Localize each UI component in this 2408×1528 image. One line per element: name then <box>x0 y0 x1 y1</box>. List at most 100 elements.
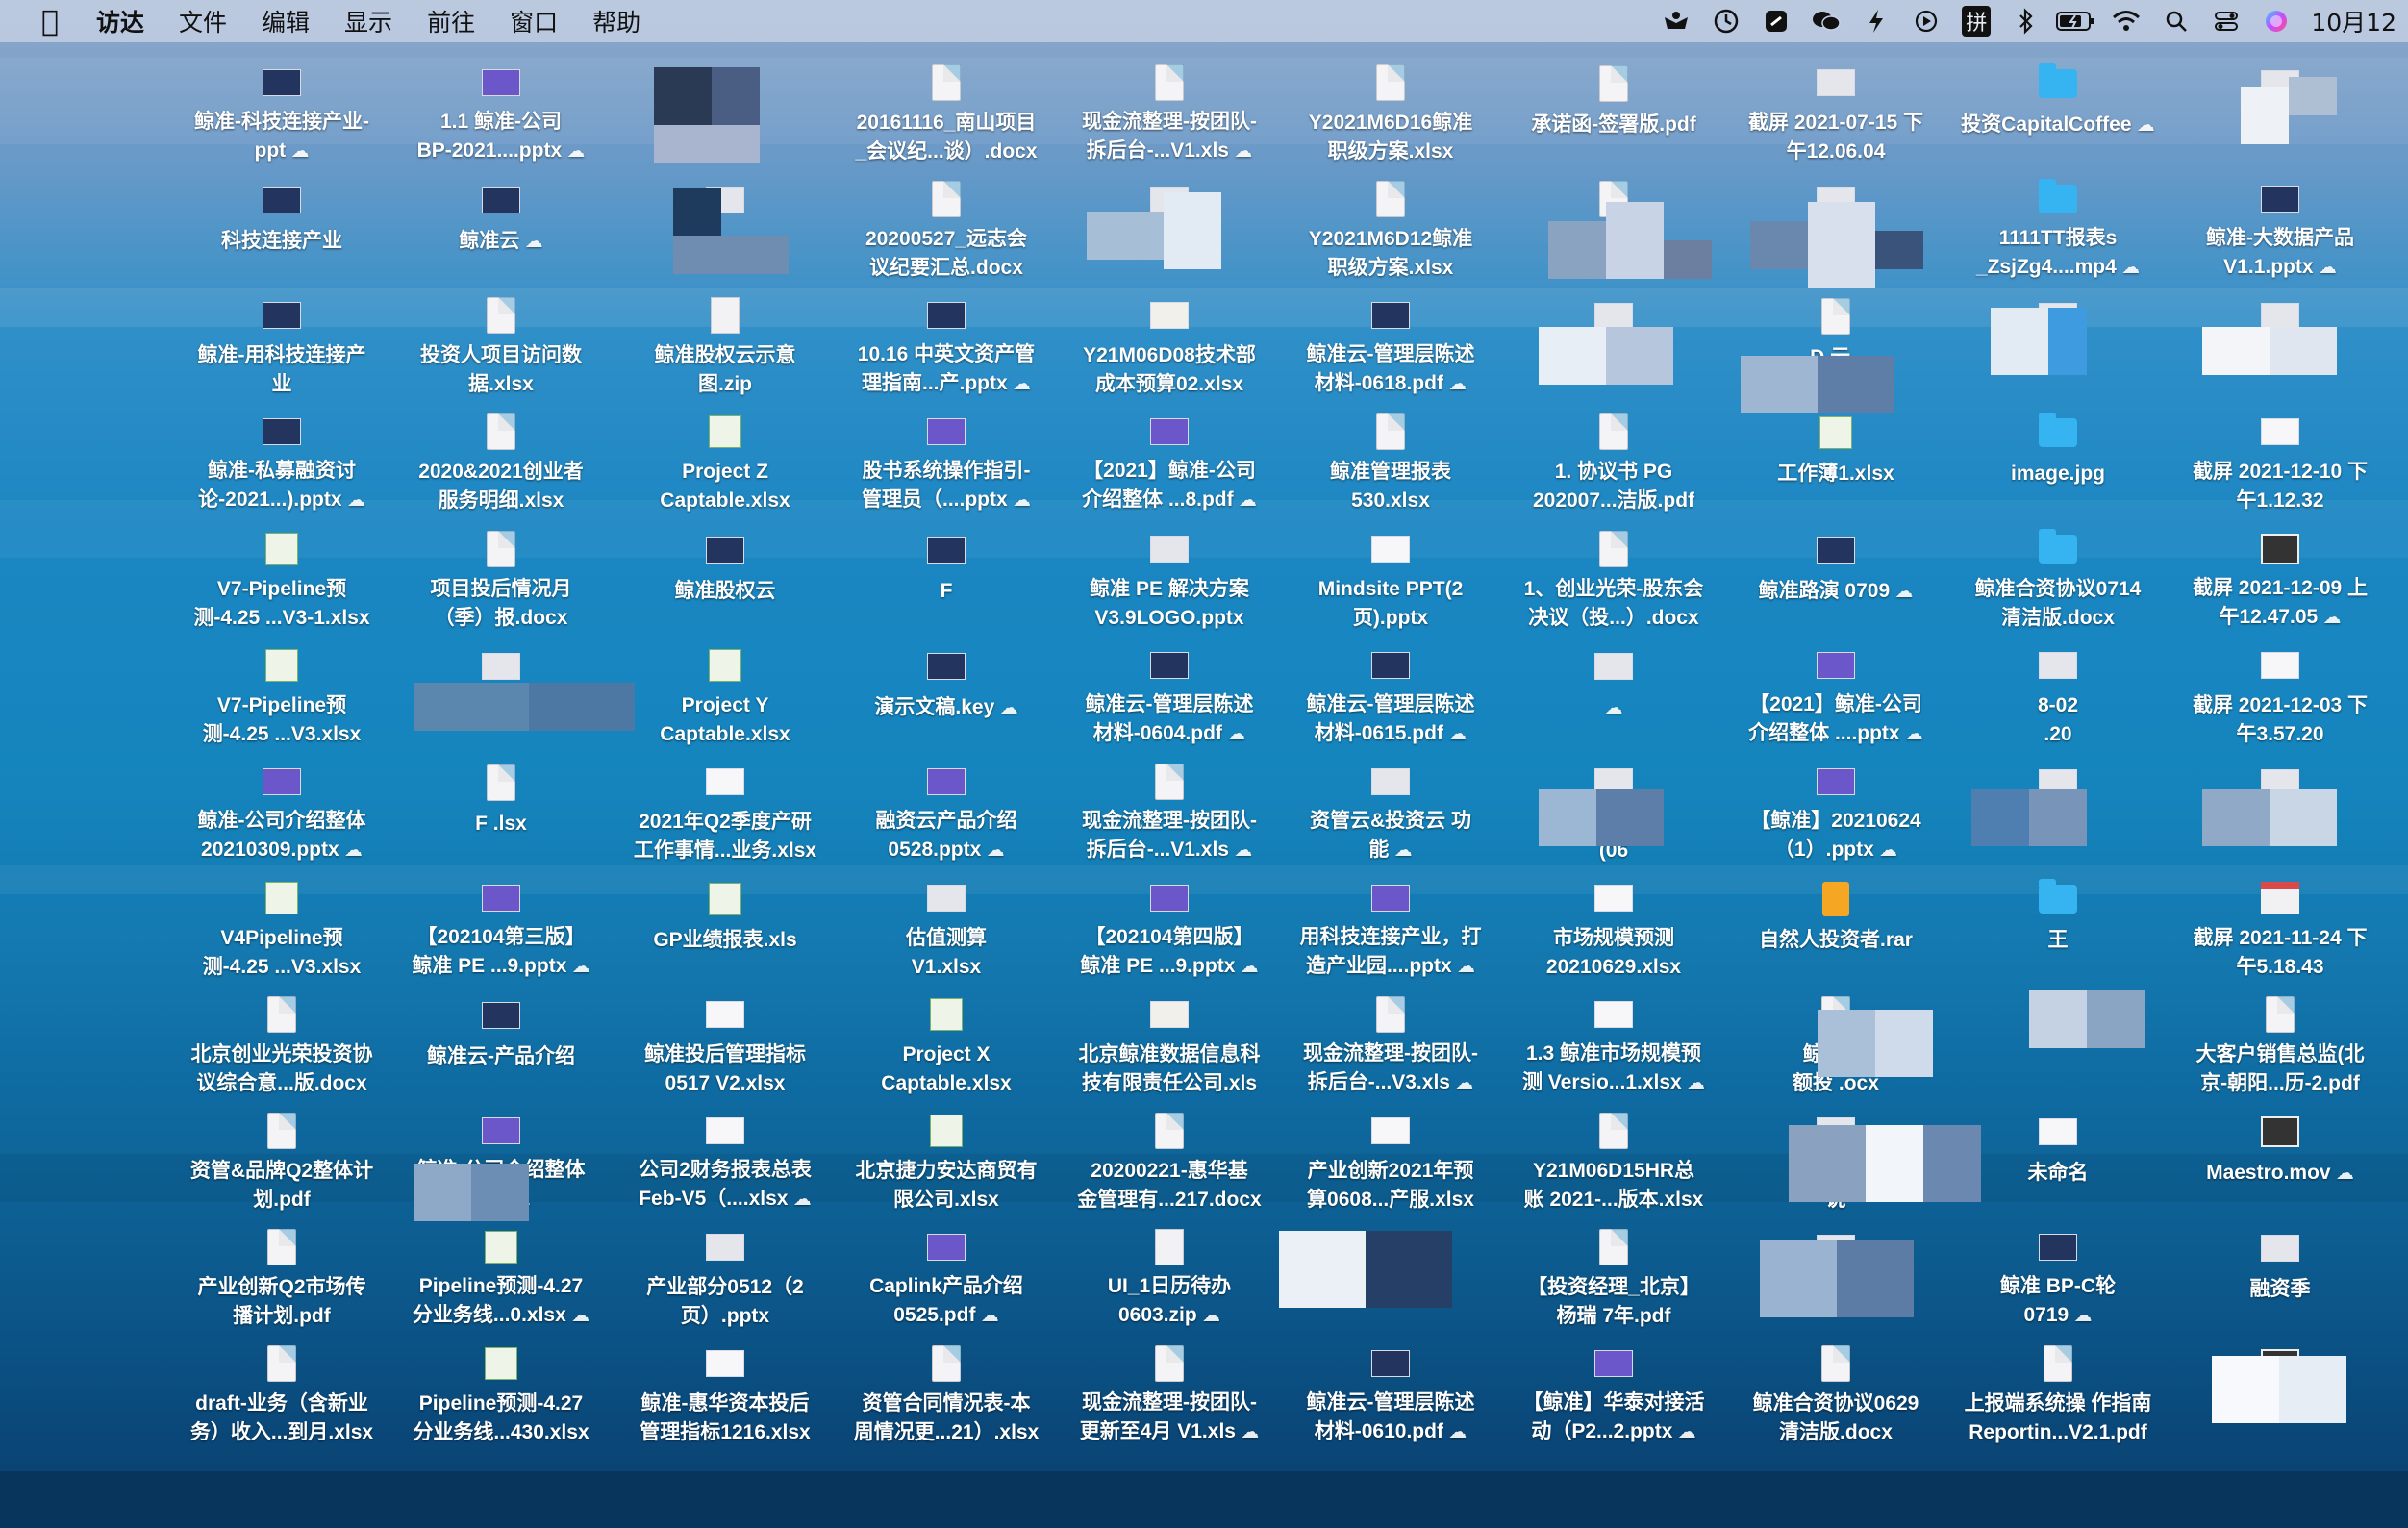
desktop-file-item[interactable]: 截屏 2021-07-15 下 午12.06.04 <box>1724 53 1947 166</box>
desktop-file-item[interactable]: 06 (06 <box>1502 752 1725 865</box>
desktop-file-item[interactable]: 鲸准股权云示意 图.zip <box>614 286 837 399</box>
desktop-file-item[interactable]: Y2021M6D12鲸准 职级方案.xlsx <box>1279 169 1502 283</box>
desktop-file-item[interactable]: 鲸准-公司介绍整体 20210309.pptx ☁ <box>170 752 393 865</box>
desktop-file-item[interactable]: 上报端系统操 作指南 Reportin...V2.1.pdf <box>1946 1334 2170 1447</box>
icloud-download-icon[interactable]: ☁ <box>1443 1422 1467 1442</box>
icloud-download-icon[interactable]: ☁ <box>286 141 309 162</box>
desktop-file-item[interactable]: 融资云产品介绍 0528.pptx ☁ <box>835 752 1058 865</box>
desktop-file-item[interactable]: 【2021】鲸准-公司 介绍整体 ...8.pdf ☁ <box>1058 402 1281 515</box>
menu-file[interactable]: 文件 <box>179 4 227 38</box>
desktop-file-item[interactable]: 基本 <box>1724 169 1947 283</box>
desktop-file-item[interactable]: 鲸准-科技连接产业- ppt ☁ <box>170 53 393 166</box>
desktop-file-item[interactable]: 王 <box>1946 868 2170 982</box>
desktop-file-item[interactable]: 鲸准-惠华资本投后 管理指标1216.xlsx <box>614 1334 837 1447</box>
desktop-file-item[interactable]: Project Z Captable.xlsx <box>614 402 837 515</box>
desktop-file-item[interactable]: 2020&2021创业者 服务明细.xlsx <box>389 402 613 515</box>
icloud-download-icon[interactable]: ☁ <box>1222 724 1245 744</box>
desktop-file-item[interactable]: 鲸准-私募融资讨 论-2021...).pptx ☁ <box>170 402 393 515</box>
desktop-file-item[interactable]: 20200527_远志会 议纪要汇总.docx <box>835 169 1058 283</box>
desktop-file-item[interactable]: F .lsx <box>389 752 613 865</box>
menu-app-name[interactable]: 访达 <box>96 4 144 38</box>
desktop-file-item[interactable]: Y21M06D08技术部 成本预算02.xlsx <box>1058 286 1281 399</box>
battery-icon[interactable] <box>2051 0 2101 42</box>
desktop-file-item[interactable]: 鲸准-公司介绍整体 .ptx ☁ <box>389 1101 613 1215</box>
desktop-file-item[interactable]: UI_1日历待办 0603.zip ☁ <box>1058 1217 1281 1331</box>
desktop-file-item[interactable]: 产业创新2021年预 算0608...产服.xlsx <box>1279 1101 1502 1215</box>
bluetooth-icon[interactable] <box>2001 0 2051 42</box>
icloud-download-icon[interactable]: ☁ <box>1197 1306 1220 1326</box>
desktop-file-item[interactable]: GP业绩报表.xls <box>614 868 837 982</box>
desktop-file-item[interactable]: 鲸准股权云 <box>614 519 837 633</box>
desktop-file-item[interactable]: 现金流整理-按团队- 更新至4月 V1.xls ☁ <box>1058 1334 1281 1447</box>
desktop-file-item[interactable]: 现金流整理-按团队- 拆后台-...V1.xls ☁ <box>1058 752 1281 865</box>
icloud-download-icon[interactable]: ☁ <box>1672 1422 1696 1442</box>
desktop-file-item[interactable]: 截屏 2021-11-24 下 午5.18.43 <box>2169 868 2392 982</box>
icloud-download-icon[interactable]: ☁ <box>2314 258 2337 278</box>
menu-clock[interactable]: 10月12 <box>2301 4 2408 38</box>
desktop-file-item[interactable]: 现金流整理-按团队- 拆后台-...V1.xls ☁ <box>1058 53 1281 166</box>
icloud-download-icon[interactable]: ☁ <box>1605 698 1623 718</box>
control-center-icon[interactable] <box>2201 0 2251 42</box>
desktop-file-item[interactable]: 【鲸准】20210624 （1）.pptx ☁ <box>1724 752 1947 865</box>
desktop-file-item[interactable]: Y2021M6D16鲸准 职级方案.xlsx <box>1279 53 1502 166</box>
desktop-file-item[interactable]: V7-Pipeline预 测-4.25 ...V3.xlsx <box>170 636 393 749</box>
pinyin-input-icon[interactable]: 拼 <box>1951 0 2001 42</box>
desktop-file-item[interactable]: Pipeline预测-4.27 分业务线...0.xlsx ☁ <box>389 1217 613 1331</box>
apple-menu-icon[interactable]:  <box>21 5 79 38</box>
desktop-file-item[interactable]: 截屏 2021-12-10 下 午1.12.32 <box>2169 402 2392 515</box>
icloud-download-icon[interactable]: ☁ <box>519 232 543 252</box>
desktop-file-item[interactable] <box>1946 985 2170 1098</box>
icloud-download-icon[interactable]: ☁ <box>981 840 1005 861</box>
desktop-file-item[interactable]: 现金流整理-按团队- 拆后台-...V3.xls ☁ <box>1279 985 1502 1098</box>
icloud-download-icon[interactable]: ☁ <box>1389 840 1413 861</box>
desktop-file-item[interactable]: D 云_ <box>1724 286 1947 399</box>
desktop-file-item[interactable]: 【202104第三版】 鲸准 PE ...9.pptx ☁ <box>389 868 613 982</box>
desktop-file-item[interactable]: 1. 协议书 PG 202007...洁版.pdf <box>1502 402 1725 515</box>
desktop-file-item[interactable]: 截屏 2021-12-09 上 午12.47.05 ☁ <box>2169 519 2392 633</box>
icloud-download-icon[interactable]: ☁ <box>562 141 585 162</box>
clock-circle-icon[interactable] <box>1701 0 1751 42</box>
desktop-file-item[interactable]: 鲸准路演 0709 ☁ <box>1724 519 1947 633</box>
icloud-download-icon[interactable]: ☁ <box>1008 374 1031 394</box>
desktop-file-item[interactable]: 【投资经理_北京】 杨瑞 7年.pdf <box>1502 1217 1725 1331</box>
icloud-download-icon[interactable]: ☁ <box>2318 608 2342 628</box>
desktop-file-item[interactable]: 1、创业光荣-股东会 决议（投...）.docx <box>1502 519 1725 633</box>
desktop-file-item[interactable]: 鲸准 BP-C轮 0719 ☁ <box>1946 1217 2170 1331</box>
desktop-file-item[interactable]: 自然人投资者.rar <box>1724 868 1947 982</box>
desktop-file-item[interactable]: 1.1 鲸准-公司 BP-2021....pptx ☁ <box>389 53 613 166</box>
desktop-file-item[interactable]: 【鲸准】华泰对接活 动（P2...2.pptx ☁ <box>1502 1334 1725 1447</box>
siri-icon[interactable] <box>2251 0 2301 42</box>
desktop-file-item[interactable]: 鲸准投后管理指标 0517 V2.xlsx <box>614 985 837 1098</box>
icloud-download-icon[interactable]: ☁ <box>1874 840 1897 861</box>
desktop-file-item[interactable]: 2021年Q2季度产研 工作事情...业务.xlsx <box>614 752 837 865</box>
desktop-file-item[interactable]: 鲸准云 ☁ <box>389 169 613 283</box>
play-circle-icon[interactable] <box>1901 0 1951 42</box>
desktop-file-item[interactable]: Mindsite PPT(2 页).pptx <box>1279 519 1502 633</box>
desktop-file-item[interactable]: 投资CapitalCoffee ☁ <box>1946 53 2170 166</box>
desktop-file-item[interactable]: 【2021】鲸准-公司 介绍整体 ....pptx ☁ <box>1724 636 1947 749</box>
icloud-download-icon[interactable]: ☁ <box>508 1190 531 1210</box>
menu-edit[interactable]: 编辑 <box>262 4 310 38</box>
search-icon[interactable] <box>2151 0 2201 42</box>
desktop-file-item[interactable]: 鲸准云-管理层陈述 材料-0610.pdf ☁ <box>1279 1334 1502 1447</box>
desktop-file-item[interactable]: 估值测算 V1.xlsx <box>835 868 1058 982</box>
icloud-download-icon[interactable]: ☁ <box>1450 1073 1473 1093</box>
icloud-download-icon[interactable]: ☁ <box>1229 840 1252 861</box>
desktop-file-item[interactable]: 10.16 中英文资产管 理指南...产.pptx ☁ <box>835 286 1058 399</box>
desktop-file-item[interactable]: 鲸 励份 鲸 .docx <box>1502 169 1725 283</box>
desktop-file-item[interactable]: 承诺函-签署版.pdf <box>1502 53 1725 166</box>
desktop-file-item[interactable]: 工作薄1.xlsx <box>1724 402 1947 515</box>
icloud-download-icon[interactable]: ☁ <box>566 1306 589 1326</box>
desktop-file-item[interactable] <box>389 636 613 749</box>
wechat-icon[interactable] <box>1801 0 1851 42</box>
desktop-file-item[interactable]: 公司2财务报表总表 Feb-V5（....xlsx ☁ <box>614 1101 837 1215</box>
icloud-download-icon[interactable]: ☁ <box>1236 1422 1259 1442</box>
menu-window[interactable]: 窗口 <box>510 4 558 38</box>
icloud-download-icon[interactable]: ☁ <box>342 490 365 511</box>
icloud-download-icon[interactable]: ☁ <box>788 1190 812 1210</box>
desktop-file-item[interactable]: Pipeline预测-4.27 分业务线...430.xlsx <box>389 1334 613 1447</box>
icloud-download-icon[interactable]: ☁ <box>2132 115 2155 136</box>
wifi-icon[interactable] <box>2101 0 2151 42</box>
desktop-file-item[interactable]: 资管云&投资云 功 能 ☁ <box>1279 752 1502 865</box>
desktop-file-item[interactable]: 融资季 <box>2169 1217 2392 1331</box>
